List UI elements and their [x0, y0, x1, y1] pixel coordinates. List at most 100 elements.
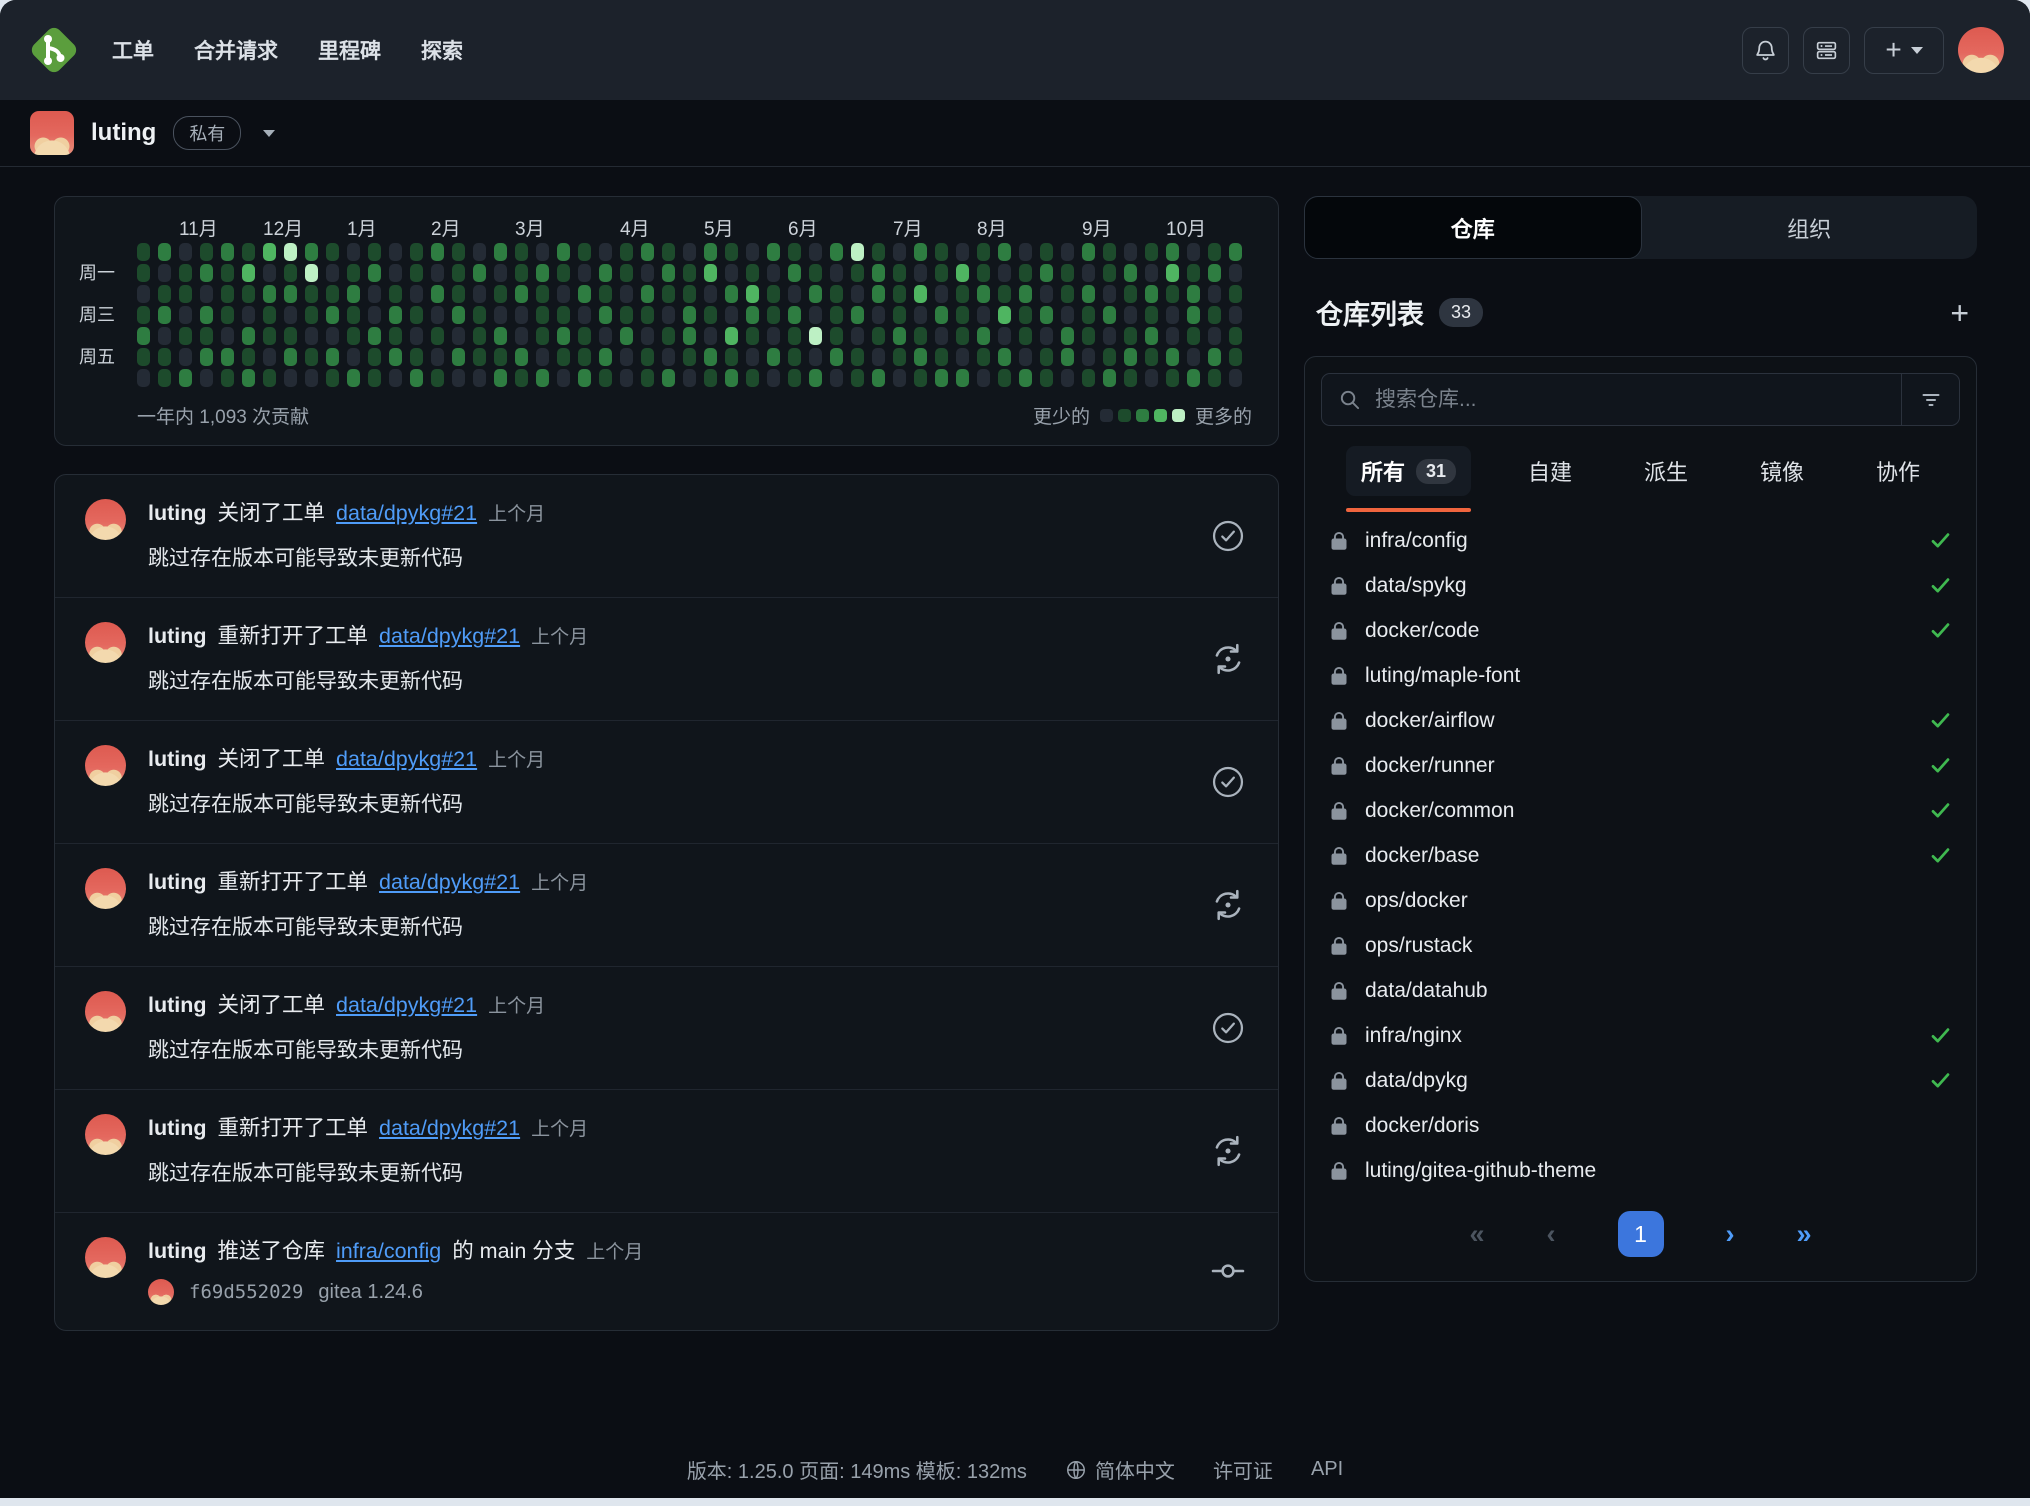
activity-action: 关闭了工单 — [218, 499, 326, 527]
activity-user[interactable]: luting — [148, 622, 207, 650]
tab-organizations[interactable]: 组织 — [1642, 196, 1978, 259]
repo-row[interactable]: docker/code — [1305, 608, 1976, 653]
repo-row[interactable]: luting/maple-font — [1305, 653, 1976, 698]
gitea-logo-icon[interactable] — [26, 22, 82, 78]
repo-row[interactable]: docker/doris — [1305, 1103, 1976, 1148]
profile-dropdown-caret-icon[interactable] — [263, 130, 275, 137]
activity-link[interactable]: data/dpykg#21 — [379, 622, 520, 650]
create-new-button[interactable]: + — [1864, 27, 1944, 74]
activity-action: 重新打开了工单 — [218, 1114, 369, 1142]
filter-tab-label: 派生 — [1644, 455, 1688, 487]
repo-list-title: 仓库列表 — [1316, 293, 1424, 332]
activity-link[interactable]: data/dpykg#21 — [336, 499, 477, 527]
filter-icon — [1919, 388, 1943, 412]
activity-user[interactable]: luting — [148, 868, 207, 896]
activity-link[interactable]: infra/config — [336, 1237, 441, 1265]
activity-link[interactable]: data/dpykg#21 — [336, 991, 477, 1019]
activity-user[interactable]: luting — [148, 499, 207, 527]
nav-item-explore[interactable]: 探索 — [421, 35, 463, 65]
heatmap-weekday-label: 周一 — [79, 264, 115, 282]
repo-row[interactable]: data/dpykg — [1305, 1058, 1976, 1103]
heatmap-cell — [704, 327, 717, 345]
repo-filter-button[interactable] — [1901, 374, 1959, 425]
repo-row[interactable]: data/datahub — [1305, 968, 1976, 1013]
activity-body: 跳过存在版本可能导致未更新代码 — [148, 665, 1208, 695]
activity-body: 跳过存在版本可能导致未更新代码 — [148, 542, 1208, 572]
heatmap-cell — [368, 327, 381, 345]
repo-row[interactable]: docker/runner — [1305, 743, 1976, 788]
heatmap-cell — [242, 285, 255, 303]
tab-repositories[interactable]: 仓库 — [1304, 196, 1642, 259]
heatmap-cell — [263, 327, 276, 345]
filter-tab-label: 协作 — [1876, 455, 1920, 487]
activity-user[interactable]: luting — [148, 1237, 207, 1265]
nav-item-pull-requests[interactable]: 合并请求 — [194, 35, 278, 65]
repo-row[interactable]: ops/docker — [1305, 878, 1976, 923]
heatmap-cell — [137, 285, 150, 303]
heatmap-cell — [515, 369, 528, 387]
pagination-last-button[interactable]: » — [1797, 1219, 1812, 1250]
heatmap-cell — [389, 306, 402, 324]
heatmap-cell — [935, 264, 948, 282]
nav-item-issues[interactable]: 工单 — [112, 35, 154, 65]
repo-row[interactable]: luting/gitea-github-theme — [1305, 1148, 1976, 1193]
legend-square — [1136, 409, 1149, 422]
filter-tab-all[interactable]: 所有31 — [1346, 438, 1471, 512]
activity-user[interactable]: luting — [148, 1114, 207, 1142]
filter-tab-sources[interactable]: 自建 — [1513, 438, 1587, 512]
heatmap-cell — [767, 327, 780, 345]
heatmap-cell — [494, 348, 507, 366]
nav-item-milestones[interactable]: 里程碑 — [318, 35, 381, 65]
heatmap-cell — [179, 369, 192, 387]
activity-user[interactable]: luting — [148, 745, 207, 773]
activity-action: 重新打开了工单 — [218, 622, 369, 650]
repo-row[interactable]: infra/config — [1305, 518, 1976, 563]
heatmap-cell — [914, 348, 927, 366]
repo-row[interactable]: docker/common — [1305, 788, 1976, 833]
heatmap-cell — [431, 285, 444, 303]
heatmap-cell — [683, 327, 696, 345]
repo-row[interactable]: data/spykg — [1305, 563, 1976, 608]
activity-link[interactable]: data/dpykg#21 — [379, 868, 520, 896]
filter-tab-pill: 自建 — [1513, 446, 1587, 496]
avatar — [85, 499, 126, 540]
filter-tab-forks[interactable]: 派生 — [1629, 438, 1703, 512]
repo-search-input[interactable] — [1373, 387, 1901, 413]
new-repo-plus-icon[interactable]: + — [1950, 298, 1969, 328]
profile-avatar[interactable] — [30, 111, 74, 155]
license-link[interactable]: 许可证 — [1213, 1455, 1273, 1484]
activity-link[interactable]: data/dpykg#21 — [336, 745, 477, 773]
heatmap-cell — [179, 306, 192, 324]
activity-user[interactable]: luting — [148, 991, 207, 1019]
pagination-first-button[interactable]: « — [1469, 1219, 1484, 1250]
activity-action: 关闭了工单 — [218, 991, 326, 1019]
activity-link[interactable]: data/dpykg#21 — [379, 1114, 520, 1142]
heatmap-cell — [620, 264, 633, 282]
filter-tab-mirrors[interactable]: 镜像 — [1745, 438, 1819, 512]
activity-feed-panel: luting 关闭了工单 data/dpykg#21 上个月 跳过存在版本可能导致未更新… — [54, 474, 1279, 1331]
filter-tab-collaborative[interactable]: 协作 — [1861, 438, 1935, 512]
heatmap-cell — [998, 264, 1011, 282]
user-avatar[interactable] — [1958, 27, 2004, 73]
heatmap-cell — [1145, 264, 1158, 282]
repo-row[interactable]: docker/airflow — [1305, 698, 1976, 743]
pagination-prev-button[interactable]: ‹ — [1547, 1219, 1556, 1250]
heatmap-cell — [1208, 306, 1221, 324]
admin-panel-button[interactable] — [1803, 27, 1850, 74]
commit-sha[interactable]: f69d552029 — [189, 1281, 303, 1303]
repo-row[interactable]: docker/base — [1305, 833, 1976, 878]
heatmap-month-label: 1月 — [347, 214, 377, 241]
repo-row[interactable]: ops/rustack — [1305, 923, 1976, 968]
pagination-next-button[interactable]: › — [1726, 1219, 1735, 1250]
repo-name: docker/code — [1365, 619, 1479, 643]
notifications-button[interactable] — [1742, 27, 1789, 74]
filter-tab-count-badge: 31 — [1416, 459, 1456, 484]
language-link[interactable]: 简体中文 — [1065, 1455, 1175, 1484]
pagination-current-page[interactable]: 1 — [1618, 1211, 1664, 1257]
repo-row[interactable]: infra/nginx — [1305, 1013, 1976, 1058]
activity-time: 上个月 — [531, 870, 588, 898]
api-link[interactable]: API — [1311, 1458, 1343, 1481]
sync-check-icon — [1929, 754, 1952, 777]
heatmap-cell — [1145, 306, 1158, 324]
repo-name: docker/common — [1365, 799, 1514, 823]
